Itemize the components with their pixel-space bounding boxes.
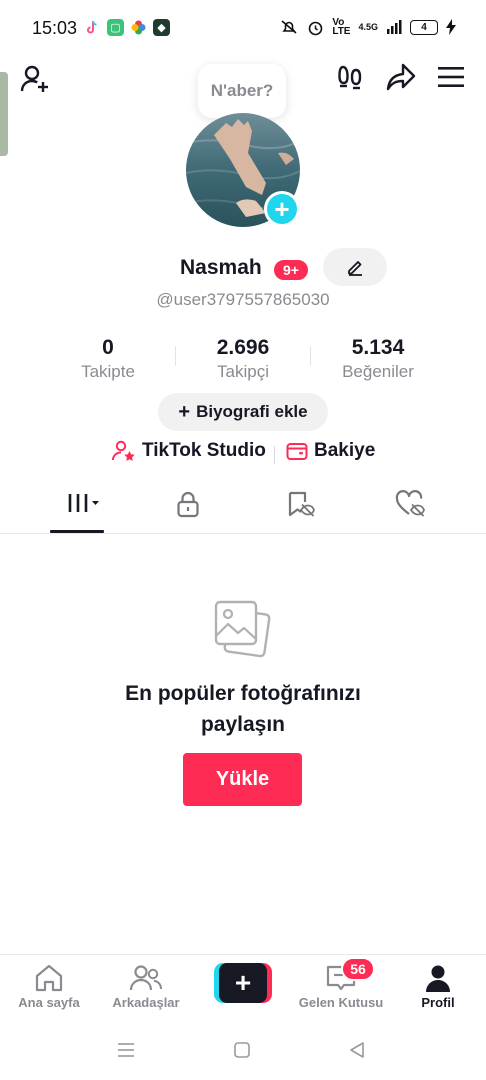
stat-following[interactable]: 0 Takipte	[62, 336, 154, 382]
active-tab-indicator	[50, 530, 104, 533]
profile-name-row: Nasmah 9+	[0, 248, 486, 288]
add-avatar-button[interactable]: +	[264, 191, 300, 227]
recent-apps-icon[interactable]	[116, 1042, 136, 1058]
stat-followers-value: 2.696	[216, 336, 270, 359]
hamburger-menu-icon	[438, 67, 464, 87]
status-time: 15:03	[32, 18, 78, 38]
chat-app-icon: ▢	[107, 19, 124, 36]
nav-friends[interactable]: Arkadaşlar	[106, 963, 186, 1010]
stat-following-value: 0	[102, 336, 114, 359]
share-profile-button[interactable]	[384, 60, 418, 94]
friends-icon	[129, 965, 162, 991]
plus-icon: +	[274, 194, 290, 224]
stat-likes[interactable]: 5.134 Beğeniler	[330, 336, 426, 382]
charging-icon	[446, 19, 456, 35]
studio-user-star-icon	[112, 440, 135, 461]
stat-likes-value: 5.134	[351, 336, 405, 359]
tiktok-notification-icon	[87, 20, 97, 34]
stat-divider	[310, 346, 311, 366]
status-bar: 15:03 ▢ ◆ Vo LTE 4.5G 4	[0, 0, 486, 58]
footprints-icon	[338, 65, 362, 90]
stat-divider	[175, 346, 176, 366]
home-icon	[35, 964, 63, 992]
volte-icon: Vo LTE	[332, 17, 351, 37]
status-indicators: Vo LTE 4.5G 4	[279, 17, 456, 37]
tiktok-studio-label: TikTok Studio	[142, 440, 266, 461]
edit-profile-button[interactable]	[323, 248, 387, 286]
add-bio-label: Biyografi ekle	[196, 402, 308, 421]
nav-profile-label: Profil	[421, 995, 455, 1010]
stat-following-label: Takipte	[81, 362, 135, 381]
nav-home-label: Ana sayfa	[18, 995, 80, 1010]
add-user-icon	[20, 65, 48, 92]
pencil-icon	[348, 261, 362, 276]
status-notification-icons: ▢ ◆	[84, 19, 170, 36]
balance-button[interactable]: Bakiye	[286, 440, 375, 462]
bookmark-hidden-icon	[288, 491, 315, 517]
create-plus-icon: +	[219, 963, 267, 1003]
note-text: N'aber?	[210, 81, 274, 100]
stat-likes-label: Beğeniler	[342, 362, 414, 381]
upload-button[interactable]: Yükle	[183, 753, 302, 806]
nav-home[interactable]: Ana sayfa	[14, 963, 84, 1010]
add-bio-button[interactable]: + Biyografi ekle	[158, 393, 328, 431]
app-notification-icon: ◆	[153, 19, 170, 36]
empty-state-title: En popüler fotoğrafınızı paylaşın	[0, 678, 486, 740]
wallet-icon	[286, 443, 308, 460]
profile-name: Nasmah	[180, 256, 262, 279]
lock-icon	[177, 491, 199, 518]
stat-followers[interactable]: 2.696 Takipçi	[196, 336, 290, 382]
nav-friends-label: Arkadaşlar	[112, 995, 180, 1010]
share-icon	[386, 63, 416, 91]
profile-visitors-button[interactable]	[334, 60, 368, 94]
tab-videos[interactable]	[50, 490, 106, 534]
back-icon[interactable]	[348, 1041, 366, 1059]
tiktok-studio-button[interactable]: TikTok Studio	[112, 440, 266, 462]
empty-state-title-line1: En popüler fotoğrafınızı	[125, 682, 361, 705]
system-navigation-bar	[0, 1022, 486, 1080]
profile-handle: @user3797557865030	[156, 290, 330, 309]
menu-button[interactable]	[434, 60, 468, 94]
tools-divider	[274, 446, 275, 464]
add-friend-button[interactable]	[18, 62, 52, 96]
inbox-badge: 56	[341, 957, 375, 981]
profile-icon	[426, 965, 450, 992]
notification-badge[interactable]: 9+	[272, 258, 310, 282]
mute-icon	[281, 20, 297, 34]
battery-icon: 4	[410, 19, 438, 35]
tab-saved[interactable]	[272, 490, 328, 534]
plus-icon: +	[178, 400, 191, 423]
tab-liked[interactable]	[382, 490, 438, 534]
create-button[interactable]: +	[214, 963, 272, 1003]
note-bubble[interactable]: N'aber?	[198, 64, 286, 118]
stat-followers-label: Takipçi	[217, 362, 269, 381]
bottom-navigation: Ana sayfa Arkadaşlar + Gelen Kutusu 56 P…	[0, 954, 486, 1020]
signal-icon	[387, 20, 402, 34]
creator-tools-row: TikTok Studio Bakiye	[0, 440, 486, 470]
photos-app-icon	[131, 20, 146, 35]
nav-profile[interactable]: Profil	[408, 963, 468, 1010]
home-system-icon[interactable]	[233, 1041, 251, 1059]
nav-inbox-label: Gelen Kutusu	[298, 995, 384, 1010]
profile-content-tabs	[0, 480, 486, 534]
edge-panel-handle[interactable]	[0, 72, 8, 156]
alarm-icon	[309, 21, 323, 35]
empty-state-title-line2: paylaşın	[200, 713, 286, 736]
tab-private[interactable]	[160, 490, 216, 534]
balance-label: Bakiye	[314, 440, 376, 461]
grid-videos-icon	[68, 494, 99, 512]
profile-stats: 0 Takipte 2.696 Takipçi 5.134 Beğeniler	[0, 336, 486, 386]
photos-empty-icon	[211, 598, 273, 665]
network-label: 4.5G	[358, 22, 378, 32]
heart-hidden-icon	[395, 490, 425, 517]
